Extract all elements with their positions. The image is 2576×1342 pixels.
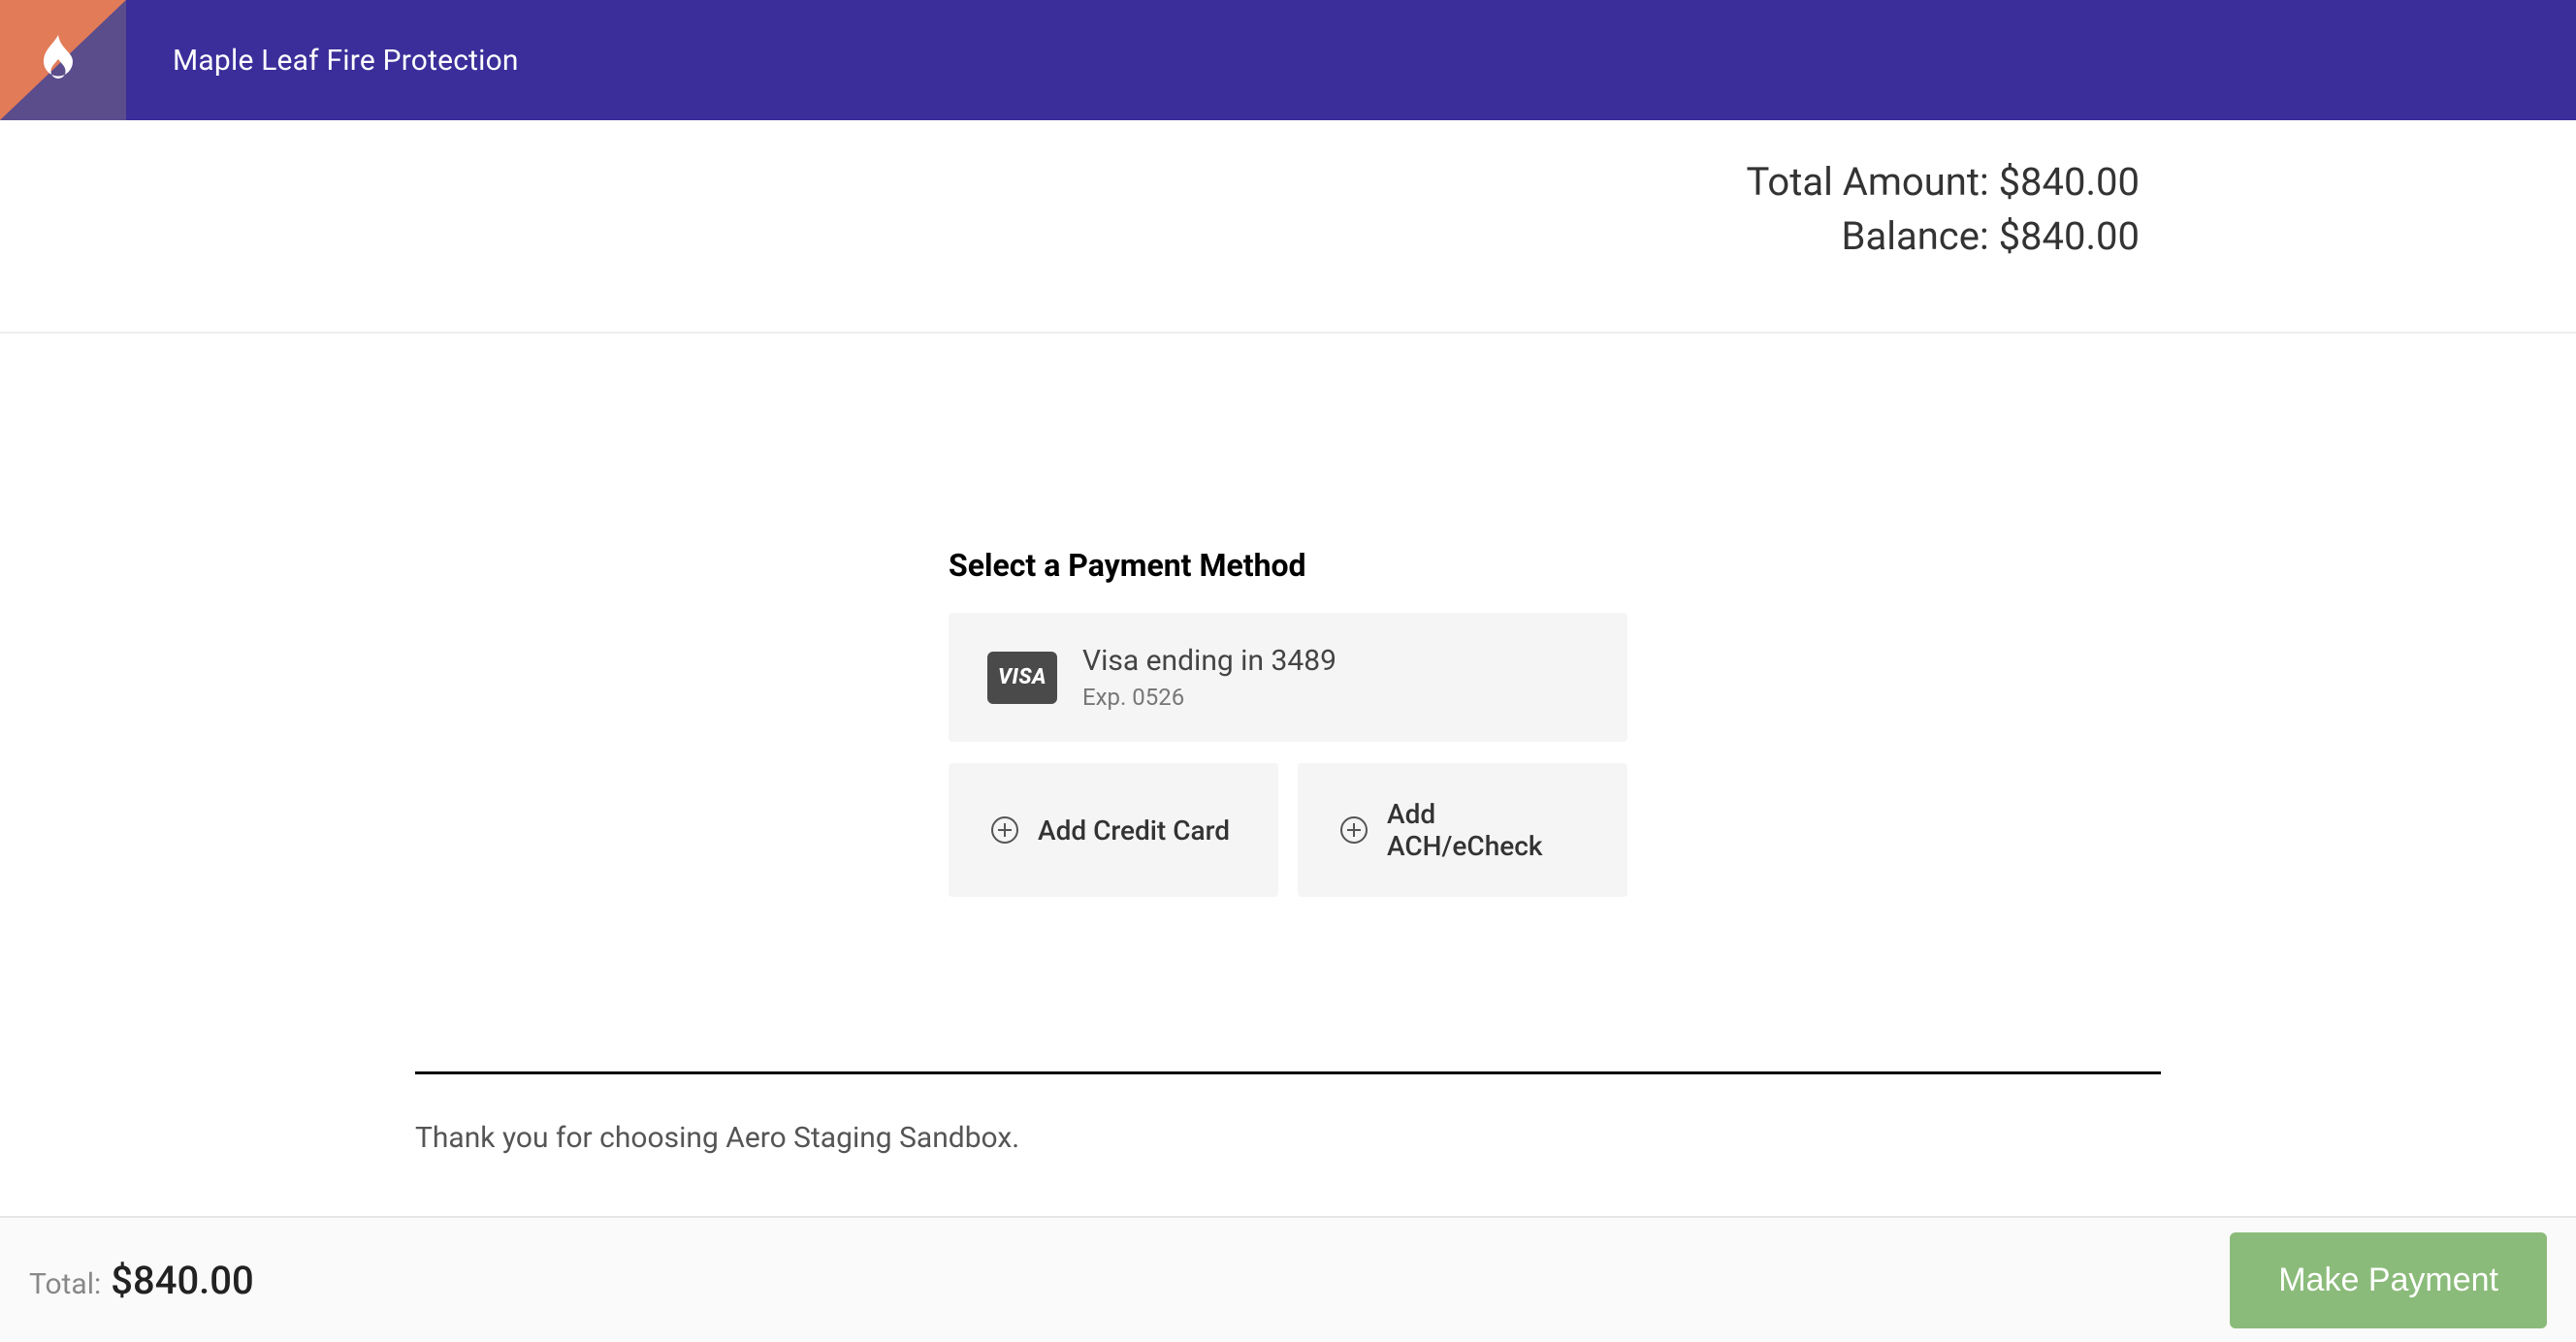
payment-method-title: Select a Payment Method bbox=[949, 547, 1627, 584]
add-credit-card-button[interactable]: Add Credit Card bbox=[949, 763, 1278, 897]
add-ach-button[interactable]: Add ACH/eCheck bbox=[1298, 763, 1627, 897]
card-info: Visa ending in 3489 Exp. 0526 bbox=[1082, 644, 1336, 711]
add-credit-card-label: Add Credit Card bbox=[1038, 815, 1230, 847]
card-expiry: Exp. 0526 bbox=[1082, 684, 1336, 711]
total-amount-line: Total Amount: $840.00 bbox=[0, 155, 2140, 209]
amount-summary: Total Amount: $840.00 Balance: $840.00 bbox=[0, 120, 2576, 332]
add-ach-label: Add ACH/eCheck bbox=[1387, 798, 1585, 862]
logo-corner bbox=[0, 0, 126, 120]
balance-value: $840.00 bbox=[1999, 213, 2140, 259]
saved-card-visa[interactable]: VISA Visa ending in 3489 Exp. 0526 bbox=[949, 613, 1627, 742]
flame-icon bbox=[29, 25, 87, 93]
company-name: Maple Leaf Fire Protection bbox=[173, 44, 519, 78]
bottom-total: Total: $840.00 bbox=[29, 1258, 254, 1303]
balance-line: Balance: $840.00 bbox=[0, 209, 2140, 264]
thank-you-text: Thank you for choosing Aero Staging Sand… bbox=[415, 1121, 2161, 1155]
total-amount-value: $840.00 bbox=[1999, 159, 2140, 205]
balance-label: Balance: bbox=[1842, 213, 1989, 259]
footer-note-section: Thank you for choosing Aero Staging Sand… bbox=[415, 897, 2161, 1155]
make-payment-button[interactable]: Make Payment bbox=[2230, 1232, 2547, 1328]
plus-circle-icon bbox=[1340, 816, 1368, 844]
card-description: Visa ending in 3489 bbox=[1082, 644, 1336, 678]
visa-icon: VISA bbox=[987, 652, 1057, 704]
bottom-total-label: Total: bbox=[29, 1267, 101, 1301]
payment-method-section: Select a Payment Method VISA Visa ending… bbox=[949, 334, 1627, 897]
plus-circle-icon bbox=[991, 816, 1018, 844]
add-method-row: Add Credit Card Add ACH/eCheck bbox=[949, 763, 1627, 897]
bottom-bar: Total: $840.00 Make Payment bbox=[0, 1216, 2576, 1342]
bottom-total-value: $840.00 bbox=[111, 1258, 254, 1303]
horizontal-rule bbox=[415, 1071, 2161, 1074]
app-header: Maple Leaf Fire Protection bbox=[0, 0, 2576, 120]
total-amount-label: Total Amount: bbox=[1747, 159, 1989, 205]
